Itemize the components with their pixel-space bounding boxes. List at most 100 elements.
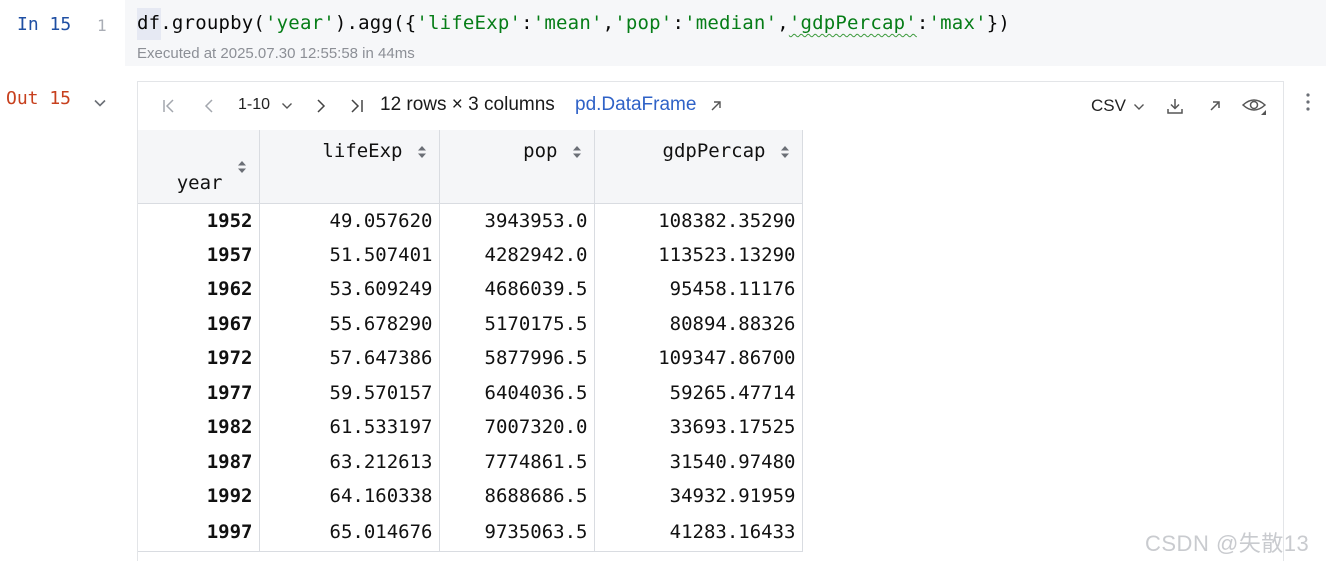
chevron-down-icon[interactable] [281, 100, 293, 112]
column-header-label: gdpPercap [662, 140, 766, 162]
more-options-icon[interactable] [1301, 92, 1315, 112]
table-cell[interactable]: 64.160338 [259, 479, 440, 514]
sort-icon[interactable] [417, 144, 427, 160]
index-header-label: year [176, 171, 223, 194]
table-cell[interactable]: 51.507401 [259, 237, 440, 272]
table-cell[interactable]: 8688686.5 [439, 479, 595, 514]
index-header[interactable]: year [138, 130, 260, 204]
first-page-icon[interactable] [160, 97, 178, 115]
table-row: 1997 65.014676 9735063.5 41283.16433 [138, 513, 803, 552]
table-cell[interactable]: 59.570157 [259, 375, 440, 410]
table-row: 1957 51.507401 4282942.0 113523.13290 [138, 237, 803, 272]
table-cell[interactable]: 34932.91959 [594, 479, 803, 514]
code-string-token: 'mean' [532, 12, 603, 34]
table-cell[interactable]: 7007320.0 [439, 410, 595, 445]
table-row: 1982 61.533197 7007320.0 33693.17525 [138, 410, 803, 445]
execution-info: Executed at 2025.07.30 12:55:58 in 44ms [137, 45, 415, 62]
table-row: 1962 53.609249 4686039.5 95458.11176 [138, 272, 803, 307]
table-row: 1952 49.057620 3943953.0 108382.35290 [138, 203, 803, 238]
code-string-token: 'max' [928, 12, 987, 34]
table-row: 1967 55.678290 5170175.5 80894.88326 [138, 306, 803, 341]
table-cell[interactable]: 80894.88326 [594, 306, 803, 341]
dataframe-type-link[interactable]: pd.DataFrame [575, 94, 696, 116]
table-cell[interactable]: 7774861.5 [439, 444, 595, 479]
column-header-gdppercap[interactable]: gdpPercap [594, 130, 803, 204]
index-cell[interactable]: 1972 [138, 341, 260, 376]
index-cell[interactable]: 1957 [138, 237, 260, 272]
table-cell[interactable]: 9735063.5 [439, 513, 595, 552]
sort-icon[interactable] [780, 144, 790, 160]
table-cell[interactable]: 59265.47714 [594, 375, 803, 410]
table-cell[interactable]: 41283.16433 [594, 513, 803, 552]
dataframe-table: year lifeExp pop gdpPercap 1952 49.05762… [138, 130, 803, 552]
table-cell[interactable]: 6404036.5 [439, 375, 595, 410]
code-token: : [672, 12, 685, 34]
table-body: 1952 49.057620 3943953.0 108382.35290 1957 51… [138, 203, 803, 552]
index-cell[interactable]: 1977 [138, 375, 260, 410]
code-token: : [916, 12, 929, 34]
table-cell[interactable]: 108382.35290 [594, 203, 803, 238]
download-icon[interactable] [1166, 97, 1184, 115]
chevron-down-icon[interactable] [1133, 101, 1145, 113]
table-cell[interactable]: 113523.13290 [594, 237, 803, 272]
table-cell[interactable]: 55.678290 [259, 306, 440, 341]
table-row: 1972 57.647386 5877996.5 109347.86700 [138, 341, 803, 376]
column-header-label: pop [523, 140, 558, 162]
table-cell[interactable]: 5877996.5 [439, 341, 595, 376]
code-token: }) [986, 12, 1011, 34]
table-cell[interactable]: 49.057620 [259, 203, 440, 238]
table-cell[interactable]: 5170175.5 [439, 306, 595, 341]
index-cell[interactable]: 1952 [138, 203, 260, 238]
sort-icon[interactable] [572, 144, 582, 160]
sort-icon[interactable] [237, 159, 247, 175]
table-cell[interactable]: 33693.17525 [594, 410, 803, 445]
table-cell[interactable]: 4686039.5 [439, 272, 595, 307]
table-row: 1977 59.570157 6404036.5 59265.47714 [138, 375, 803, 410]
table-cell[interactable]: 31540.97480 [594, 444, 803, 479]
watermark: CSDN @失散13 [1145, 531, 1310, 556]
code-token: , [602, 12, 615, 34]
index-cell[interactable]: 1992 [138, 479, 260, 514]
table-cell[interactable]: 65.014676 [259, 513, 440, 552]
table-cell[interactable]: 4282942.0 [439, 237, 595, 272]
index-cell[interactable]: 1997 [138, 513, 260, 552]
index-cell[interactable]: 1962 [138, 272, 260, 307]
page-range-selector[interactable]: 1-10 [238, 96, 270, 114]
line-number: 1 [97, 16, 107, 35]
table-cell[interactable]: 95458.11176 [594, 272, 803, 307]
code-string-token: 'pop' [614, 12, 673, 34]
index-cell[interactable]: 1982 [138, 410, 260, 445]
eye-icon[interactable] [1241, 95, 1267, 117]
code-string-token: 'year' [265, 12, 335, 34]
table-cell[interactable]: 109347.86700 [594, 341, 803, 376]
output-panel: 1-10 12 rows × 3 columns pd.DataFrame CS… [137, 81, 1284, 561]
table-row: 1987 63.212613 7774861.5 31540.97480 [138, 444, 803, 479]
index-cell[interactable]: 1987 [138, 444, 260, 479]
previous-page-icon[interactable] [200, 97, 218, 115]
column-header-label: lifeExp [322, 140, 403, 162]
open-external-icon[interactable] [710, 100, 722, 112]
table-cell[interactable]: 57.647386 [259, 341, 440, 376]
rows-columns-count: 12 rows × 3 columns [380, 94, 555, 115]
output-prompt: Out 15 [6, 88, 72, 109]
export-format-selector[interactable]: CSV [1091, 96, 1126, 116]
code-string-token: 'gdpPercap' [788, 12, 917, 34]
code-line[interactable]: df.groupby('year').agg({'lifeExp':'mean'… [137, 12, 1010, 34]
input-prompt: In 15 [17, 14, 72, 35]
collapse-output-icon[interactable] [93, 96, 107, 110]
next-page-icon[interactable] [312, 97, 330, 115]
column-header-pop[interactable]: pop [439, 130, 595, 204]
table-cell[interactable]: 63.212613 [259, 444, 440, 479]
code-string-token: 'median' [684, 12, 778, 34]
table-cell[interactable]: 53.609249 [259, 272, 440, 307]
index-cell[interactable]: 1967 [138, 306, 260, 341]
code-editor[interactable]: df.groupby('year').agg({'lifeExp':'mean'… [125, 0, 1326, 66]
dataframe-table-wrap: year lifeExp pop gdpPercap 1952 49.05762… [138, 130, 803, 552]
last-page-icon[interactable] [348, 97, 366, 115]
code-token: ).agg({ [334, 12, 417, 34]
table-cell[interactable]: 3943953.0 [439, 203, 595, 238]
table-cell[interactable]: 61.533197 [259, 410, 440, 445]
table-row: 1992 64.160338 8688686.5 34932.91959 [138, 479, 803, 514]
column-header-lifeexp[interactable]: lifeExp [259, 130, 440, 204]
open-in-editor-icon[interactable] [1206, 97, 1224, 115]
